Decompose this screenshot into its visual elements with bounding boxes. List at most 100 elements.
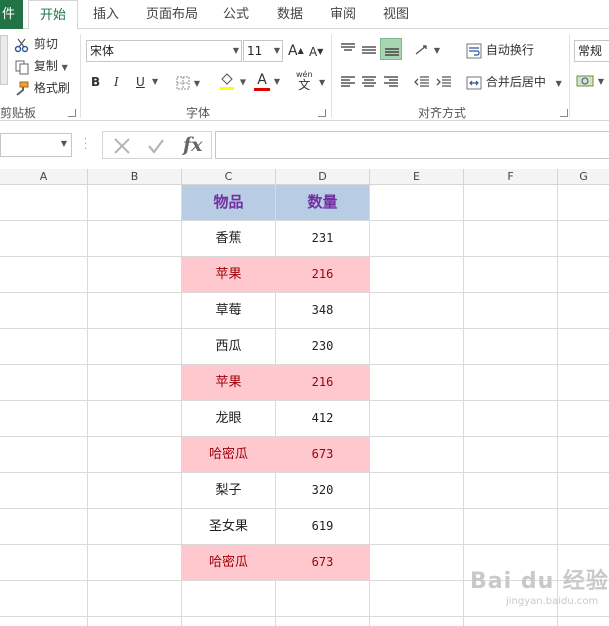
phonetic-button[interactable]: wén 文: [296, 69, 313, 91]
underline-button[interactable]: U: [136, 73, 145, 91]
font-name-select[interactable]: 宋体 ▼: [86, 40, 242, 62]
font-color-glyph: A: [254, 73, 270, 91]
merge-center-label: 合并后居中: [485, 75, 546, 89]
align-center-icon[interactable]: [361, 75, 377, 89]
quantity-cell[interactable]: 216: [276, 257, 369, 292]
chevron-down-icon: ▼: [193, 79, 200, 88]
paste-button[interactable]: [0, 35, 8, 85]
font-size-value: 11: [247, 44, 263, 58]
shrink-font-button[interactable]: A▼: [309, 43, 323, 61]
clipboard-group-label: 剪贴板: [0, 106, 37, 120]
grid-column-line: [463, 185, 464, 626]
merge-cells-icon: [466, 76, 482, 89]
quantity-cell[interactable]: 412: [276, 401, 369, 436]
column-header[interactable]: C: [182, 169, 276, 185]
formula-input[interactable]: [215, 131, 609, 159]
quantity-cell[interactable]: 619: [276, 509, 369, 544]
formula-bar-grip[interactable]: · · ·: [84, 135, 87, 155]
cut-label: 剪切: [33, 37, 58, 51]
column-header[interactable]: G: [558, 169, 609, 185]
tab-page-layout[interactable]: 页面布局: [146, 0, 198, 29]
column-header-row: A B C D E F G: [0, 169, 609, 185]
align-bottom-button[interactable]: [380, 38, 402, 60]
quantity-cell[interactable]: 348: [276, 293, 369, 328]
quantity-cell[interactable]: 320: [276, 473, 369, 508]
insert-function-button[interactable]: fx: [183, 134, 203, 156]
number-format-select[interactable]: 常规: [574, 40, 609, 62]
decrease-indent-icon[interactable]: [414, 75, 430, 89]
item-cell[interactable]: 香蕉: [182, 221, 275, 256]
wrap-text-button[interactable]: 自动换行: [466, 41, 534, 59]
item-cell[interactable]: 草莓: [182, 293, 275, 328]
caret-up-icon: ▲: [297, 46, 304, 55]
column-header[interactable]: D: [276, 169, 370, 185]
column-header[interactable]: E: [370, 169, 464, 185]
copy-label: 复制: [33, 59, 58, 73]
tab-insert[interactable]: 插入: [93, 0, 119, 29]
increase-indent-icon[interactable]: [436, 75, 452, 89]
chevron-down-icon[interactable]: ▼: [152, 73, 158, 91]
tab-view[interactable]: 视图: [383, 0, 409, 29]
column-header[interactable]: B: [88, 169, 182, 185]
align-left-icon[interactable]: [340, 75, 356, 89]
quantity-cell[interactable]: 231: [276, 221, 369, 256]
font-launcher[interactable]: [318, 109, 326, 117]
confirm-icon[interactable]: [147, 137, 165, 155]
watermark-logo: Bai du 经验: [470, 569, 609, 594]
align-top-icon[interactable]: [340, 43, 356, 57]
align-right-icon[interactable]: [383, 75, 399, 89]
orientation-button[interactable]: ▼: [414, 40, 440, 60]
alignment-launcher[interactable]: [560, 109, 568, 117]
align-middle-icon[interactable]: [361, 43, 377, 57]
format-painter-button[interactable]: 格式刷: [14, 79, 70, 97]
item-cell[interactable]: 苹果: [182, 365, 275, 400]
cut-button[interactable]: 剪切: [14, 35, 58, 53]
quantity-cell[interactable]: 230: [276, 329, 369, 364]
quantity-cell[interactable]: 216: [276, 365, 369, 400]
chevron-down-icon[interactable]: ▼: [319, 74, 325, 92]
item-cell[interactable]: 苹果: [182, 257, 275, 292]
chevron-down-icon: ▼: [232, 46, 239, 55]
name-box[interactable]: ▼: [0, 133, 72, 157]
accounting-format-button[interactable]: ▼: [576, 71, 604, 91]
font-size-select[interactable]: 11 ▼: [243, 40, 283, 62]
currency-icon: [576, 75, 594, 86]
paintbrush-icon: [16, 81, 29, 96]
text-orientation-icon: [415, 44, 427, 55]
column-header[interactable]: A: [0, 169, 88, 185]
item-cell[interactable]: 梨子: [182, 473, 275, 508]
italic-button[interactable]: I: [114, 73, 119, 91]
quantity-cell[interactable]: 673: [276, 437, 369, 472]
scissors-icon: [14, 38, 29, 52]
chevron-down-icon: ▼: [555, 79, 562, 88]
quantity-cell[interactable]: 673: [276, 545, 369, 580]
tab-formulas[interactable]: 公式: [223, 0, 249, 29]
tab-file[interactable]: 件: [0, 0, 23, 29]
grow-font-glyph: A: [288, 43, 298, 59]
item-cell[interactable]: 西瓜: [182, 329, 275, 364]
tab-review[interactable]: 审阅: [330, 0, 356, 29]
chevron-down-icon: ▼: [239, 77, 246, 87]
paint-bucket-icon: [220, 73, 234, 90]
grow-font-button[interactable]: A▲: [288, 42, 304, 60]
column-header[interactable]: F: [464, 169, 558, 185]
divider: [569, 34, 570, 118]
clipboard-launcher[interactable]: [68, 109, 76, 117]
item-cell[interactable]: 龙眼: [182, 401, 275, 436]
borders-button[interactable]: ▼: [176, 73, 200, 93]
tab-home[interactable]: 开始: [28, 0, 78, 30]
item-cell[interactable]: 哈密瓜: [182, 437, 275, 472]
item-cell[interactable]: 哈密瓜: [182, 545, 275, 580]
copy-button[interactable]: 复制 ▼: [14, 57, 68, 77]
cancel-icon[interactable]: [113, 137, 131, 155]
chevron-down-icon: ▼: [273, 46, 280, 55]
tab-data[interactable]: 数据: [277, 0, 303, 29]
item-cell[interactable]: 圣女果: [182, 509, 275, 544]
fill-color-button[interactable]: ▼: [218, 71, 246, 92]
merge-center-button[interactable]: 合并后居中 ▼: [466, 73, 562, 93]
divider: [331, 34, 332, 118]
bold-button[interactable]: B: [91, 73, 100, 91]
table-header-quantity[interactable]: 数量: [276, 185, 369, 220]
table-header-item[interactable]: 物品: [182, 185, 275, 220]
font-color-button[interactable]: A ▼: [254, 71, 280, 91]
